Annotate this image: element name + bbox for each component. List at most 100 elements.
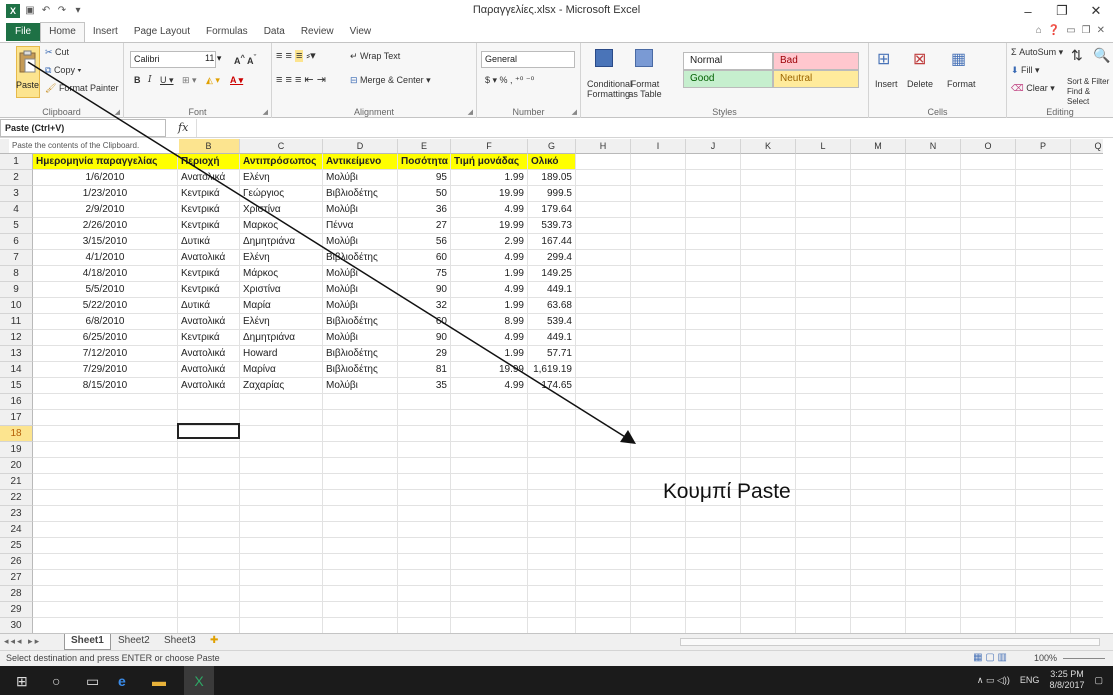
cell[interactable] xyxy=(1071,186,1103,202)
cell[interactable] xyxy=(906,186,961,202)
cell[interactable] xyxy=(631,330,686,346)
row-header[interactable]: 15 xyxy=(0,378,33,394)
cell[interactable] xyxy=(796,282,851,298)
cell[interactable] xyxy=(631,346,686,362)
cell[interactable] xyxy=(1016,458,1071,474)
tab-page-layout[interactable]: Page Layout xyxy=(126,23,198,41)
cell[interactable] xyxy=(1016,234,1071,250)
cell[interactable] xyxy=(323,602,398,618)
cell[interactable]: 4/18/2010 xyxy=(33,266,178,282)
row-header[interactable]: 5 xyxy=(0,218,33,234)
cell[interactable] xyxy=(906,554,961,570)
cell[interactable] xyxy=(741,186,796,202)
row-header[interactable]: 10 xyxy=(0,298,33,314)
row-header[interactable]: 21 xyxy=(0,474,33,490)
cell[interactable] xyxy=(686,458,741,474)
cell[interactable] xyxy=(741,250,796,266)
cell[interactable]: 57.71 xyxy=(528,346,576,362)
cell[interactable] xyxy=(961,586,1016,602)
number-format-icons[interactable]: $ ▾ % , ⁺⁰ ⁻⁰ xyxy=(485,75,534,86)
cell[interactable] xyxy=(528,618,576,633)
cell[interactable] xyxy=(576,154,631,170)
font-color-icon[interactable]: A ▾ xyxy=(230,75,243,86)
cell[interactable] xyxy=(686,234,741,250)
cell[interactable] xyxy=(851,490,906,506)
cell[interactable] xyxy=(178,474,240,490)
font-launcher-icon[interactable]: ◢ xyxy=(263,108,268,116)
cell[interactable]: Μολύβι xyxy=(323,330,398,346)
cell[interactable] xyxy=(906,266,961,282)
cell[interactable]: 29 xyxy=(398,346,451,362)
cell[interactable] xyxy=(576,442,631,458)
cell[interactable] xyxy=(1016,218,1071,234)
notification-icon[interactable]: ▢ xyxy=(1094,675,1103,686)
cell[interactable] xyxy=(906,218,961,234)
cell[interactable] xyxy=(796,394,851,410)
cell[interactable] xyxy=(851,538,906,554)
cell[interactable]: 6/25/2010 xyxy=(33,330,178,346)
cell[interactable] xyxy=(1016,362,1071,378)
cell[interactable] xyxy=(1071,586,1103,602)
cell[interactable] xyxy=(686,554,741,570)
insert-cells-button[interactable]: Insert xyxy=(875,79,898,89)
cell[interactable] xyxy=(1016,186,1071,202)
cell[interactable] xyxy=(686,218,741,234)
row-header[interactable]: 30 xyxy=(0,618,33,633)
cell[interactable]: Δυτικά xyxy=(178,234,240,250)
cell[interactable] xyxy=(961,154,1016,170)
cell[interactable]: 179.64 xyxy=(528,202,576,218)
cell[interactable] xyxy=(686,378,741,394)
cell[interactable] xyxy=(178,458,240,474)
cell[interactable] xyxy=(851,266,906,282)
cell[interactable] xyxy=(961,410,1016,426)
cell[interactable] xyxy=(1016,586,1071,602)
cell[interactable]: Μολύβι xyxy=(323,298,398,314)
cell[interactable] xyxy=(240,586,323,602)
cell[interactable] xyxy=(906,250,961,266)
row-header[interactable]: 26 xyxy=(0,554,33,570)
cell[interactable] xyxy=(178,602,240,618)
cell[interactable] xyxy=(961,458,1016,474)
cell[interactable] xyxy=(906,170,961,186)
cell[interactable] xyxy=(631,202,686,218)
cell[interactable] xyxy=(851,250,906,266)
row-header[interactable]: 25 xyxy=(0,538,33,554)
cell[interactable] xyxy=(1071,442,1103,458)
cell[interactable] xyxy=(906,234,961,250)
cell[interactable] xyxy=(851,410,906,426)
cell[interactable]: Μολύβι xyxy=(323,202,398,218)
cell[interactable] xyxy=(33,522,178,538)
cell[interactable] xyxy=(686,426,741,442)
row-header[interactable]: 12 xyxy=(0,330,33,346)
cell[interactable] xyxy=(741,522,796,538)
cell[interactable] xyxy=(906,442,961,458)
row-header[interactable]: 9 xyxy=(0,282,33,298)
tab-file[interactable]: File xyxy=(6,23,41,41)
cell[interactable] xyxy=(1071,618,1103,633)
cell[interactable] xyxy=(1071,346,1103,362)
excel-taskbar-icon[interactable]: X xyxy=(184,666,214,695)
cell[interactable] xyxy=(451,538,528,554)
cell[interactable] xyxy=(796,378,851,394)
cell[interactable] xyxy=(528,490,576,506)
cell[interactable] xyxy=(576,202,631,218)
cell[interactable] xyxy=(398,426,451,442)
underline-icon[interactable]: U ▾ xyxy=(160,75,174,86)
cell[interactable] xyxy=(451,474,528,490)
cell[interactable] xyxy=(631,586,686,602)
cell[interactable] xyxy=(576,186,631,202)
cell[interactable] xyxy=(323,490,398,506)
cell[interactable]: 90 xyxy=(398,282,451,298)
style-normal[interactable]: Normal xyxy=(683,52,773,70)
cell[interactable] xyxy=(178,586,240,602)
cell[interactable]: Ανατολικά xyxy=(178,362,240,378)
cell[interactable]: Howard xyxy=(240,346,323,362)
cell[interactable] xyxy=(528,458,576,474)
cell[interactable] xyxy=(741,410,796,426)
cell[interactable] xyxy=(576,538,631,554)
cell[interactable] xyxy=(631,362,686,378)
cell[interactable] xyxy=(686,154,741,170)
cell[interactable] xyxy=(1016,378,1071,394)
cell[interactable] xyxy=(631,458,686,474)
cell[interactable] xyxy=(1071,314,1103,330)
